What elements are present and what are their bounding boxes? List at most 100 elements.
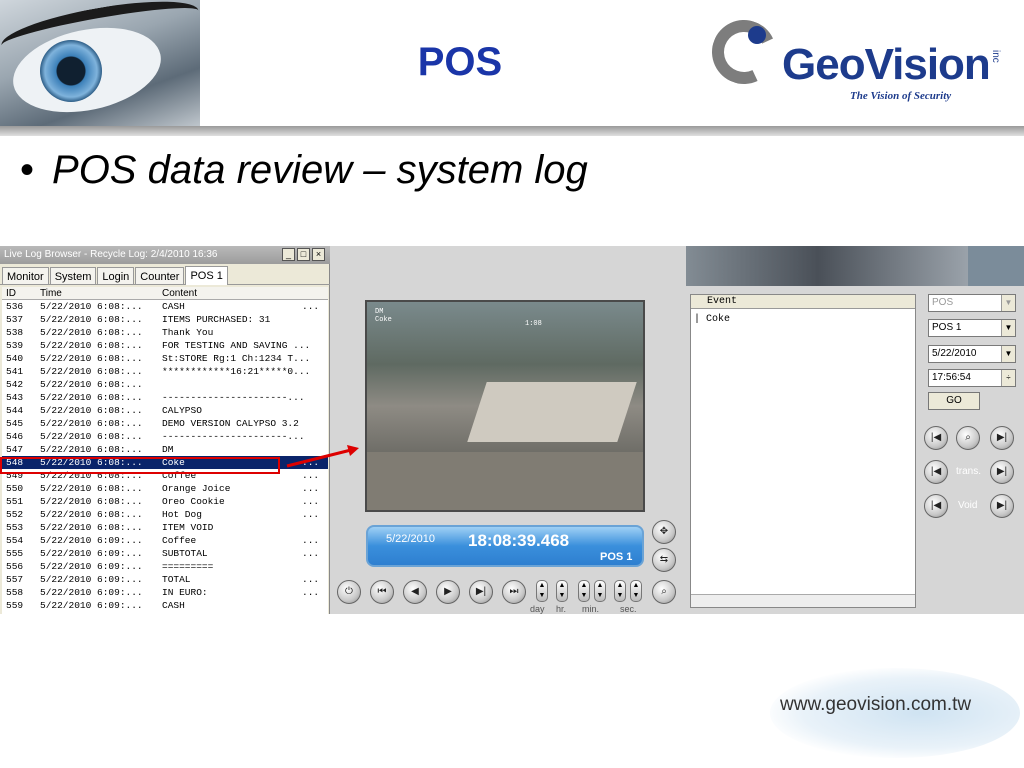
table-row[interactable]: 551 5/22/2010 6:08:... Oreo Cookie... [2,495,328,508]
table-row[interactable]: 547 5/22/2010 6:08:... DM [2,443,328,456]
play-button[interactable]: ▶ [436,580,460,604]
cell-content: CASH [162,600,185,611]
minimize-button[interactable]: _ [282,248,295,261]
cell-time: 5/22/2010 6:08:... [40,392,143,403]
cell-time: 5/22/2010 6:09:... [40,561,143,572]
table-row[interactable]: 536 5/22/2010 6:08:... CASH... [2,300,328,313]
sec-spinner-1[interactable]: ▲ ▼ [614,580,626,602]
label-hr: hr. [556,604,567,614]
swap-icon[interactable]: ⇆ [652,548,676,572]
table-row[interactable]: 545 5/22/2010 6:08:... DEMO VERSION CALYPS… [2,417,328,430]
cell-content: St:STORE Rg:1 Ch:1234 T... [162,353,311,364]
cell-content: ----------------------... [162,392,305,403]
go-button[interactable]: GO [928,392,980,410]
step-forward-button[interactable]: ▶| [469,580,493,604]
pos-select[interactable]: POS 1 ▼ [928,319,1016,337]
player-top-area [330,246,686,286]
window-titlebar: Live Log Browser - Recycle Log: 2/4/2010… [0,246,330,264]
cell-id: 544 [6,405,24,416]
cell-content: ITEMS PURCHASED: 31 [162,314,271,325]
table-row[interactable]: 537 5/22/2010 6:08:... ITEMS PURCHASED: 31 [2,313,328,326]
column-content[interactable]: Content [162,288,197,299]
cell-content: CASH [162,301,185,312]
table-row[interactable]: 555 5/22/2010 6:09:... SUBTOTAL... [2,547,328,560]
tab-counter[interactable]: Counter [135,267,185,284]
next-trans-button[interactable]: ▶| [990,460,1014,484]
table-row[interactable]: 544 5/22/2010 6:08:... CALYPSO [2,404,328,417]
tab-login[interactable]: Login [97,267,135,284]
table-row[interactable]: 550 5/22/2010 6:08:... Orange Joice... [2,482,328,495]
cell-id: 545 [6,418,24,429]
label-sec: sec. [620,604,637,614]
cell-time: 5/22/2010 6:08:... [40,431,143,442]
table-row[interactable]: 546 5/22/2010 6:08:... -------------------… [2,430,328,443]
cell-id: 539 [6,340,24,351]
cell-id: 559 [6,600,24,611]
horizontal-scrollbar[interactable] [691,594,915,607]
tab-system[interactable]: System [49,267,97,284]
chevron-down-icon[interactable]: ▼ [1001,346,1015,362]
cell-time: 5/22/2010 6:08:... [40,418,143,429]
table-row[interactable]: 539 5/22/2010 6:08:... FOR TESTING AND SAV… [2,339,328,352]
chevron-down-icon[interactable]: ▼ [1001,320,1015,336]
chevron-down-icon[interactable]: ▼ [1001,295,1015,311]
column-id[interactable]: ID [6,288,16,299]
cell-time: 5/22/2010 6:09:... [40,574,143,585]
event-list[interactable] [690,294,916,608]
table-row[interactable]: 558 5/22/2010 6:09:... IN EURO:... [2,586,328,599]
trans-label: trans. [956,466,982,477]
move-icon[interactable]: ✥ [652,520,676,544]
rewind-button[interactable]: ⏮ [370,580,394,604]
first-icon[interactable]: |◀ [924,426,948,450]
table-row[interactable]: 553 5/22/2010 6:08:... ITEM VOID [2,521,328,534]
day-spinner[interactable]: ▲ ▼ [536,580,548,602]
table-row[interactable]: 540 5/22/2010 6:08:... St:STORE Rg:1 Ch:12… [2,352,328,365]
cell-time: 5/22/2010 6:09:... [40,548,143,559]
close-button[interactable]: × [312,248,325,261]
table-row[interactable]: 557 5/22/2010 6:09:... TOTAL... [2,573,328,586]
search-icon[interactable]: ⌕ [652,580,676,604]
table-row[interactable]: 542 5/22/2010 6:08:... [2,378,328,391]
table-row[interactable]: 543 5/22/2010 6:08:... -------------------… [2,391,328,404]
cell-id: 556 [6,561,24,572]
prev-trans-button[interactable]: |◀ [924,460,948,484]
display-pos: POS 1 [600,551,633,563]
min-spinner-1[interactable]: ▲ ▼ [578,580,590,602]
cell-time: 5/22/2010 6:08:... [40,301,143,312]
fast-forward-button[interactable]: ⏭ [502,580,526,604]
tab-pos-1[interactable]: POS 1 [185,266,228,285]
event-row[interactable]: | Coke [694,314,730,325]
date-picker[interactable]: 5/22/2010 ▼ [928,345,1016,363]
next-void-button[interactable]: ▶| [990,494,1014,518]
table-row[interactable]: 559 5/22/2010 6:09:... CASH [2,599,328,612]
table-row[interactable]: 554 5/22/2010 6:09:... Coffee... [2,534,328,547]
column-time[interactable]: Time [40,288,62,299]
table-row[interactable]: 541 5/22/2010 6:08:... ************16:21**… [2,365,328,378]
cell-id: 546 [6,431,24,442]
event-header-label: Event [707,296,738,307]
source-select[interactable]: POS ▼ [928,294,1016,312]
cell-more: ... [302,574,320,585]
hour-spinner[interactable]: ▲ ▼ [556,580,568,602]
cell-content: IN EURO: [162,587,208,598]
table-row[interactable]: 556 5/22/2010 6:09:... ========= [2,560,328,573]
cell-time: 5/22/2010 6:08:... [40,340,143,351]
time-field[interactable]: 17:56:54 ÷ [928,369,1016,387]
cell-time: 5/22/2010 6:08:... [40,353,143,364]
time-spinner-icon[interactable]: ÷ [1001,370,1015,386]
maximize-button[interactable]: □ [297,248,310,261]
tab-monitor[interactable]: Monitor [2,267,49,284]
cell-more: ... [302,301,320,312]
prev-void-button[interactable]: |◀ [924,494,948,518]
table-row[interactable]: 552 5/22/2010 6:08:... Hot Dog... [2,508,328,521]
source-value: POS [932,297,954,308]
min-spinner-2[interactable]: ▲ ▼ [594,580,606,602]
cell-id: 551 [6,496,24,507]
power-button[interactable]: ⏻ [337,580,361,604]
zoom-icon[interactable]: ⌕ [956,426,980,450]
last-icon[interactable]: ▶| [990,426,1014,450]
table-row[interactable]: 538 5/22/2010 6:08:... Thank You [2,326,328,339]
bullet-point: • POS data review – system log [20,148,588,192]
sec-spinner-2[interactable]: ▲ ▼ [630,580,642,602]
step-back-button[interactable]: ◀ [403,580,427,604]
